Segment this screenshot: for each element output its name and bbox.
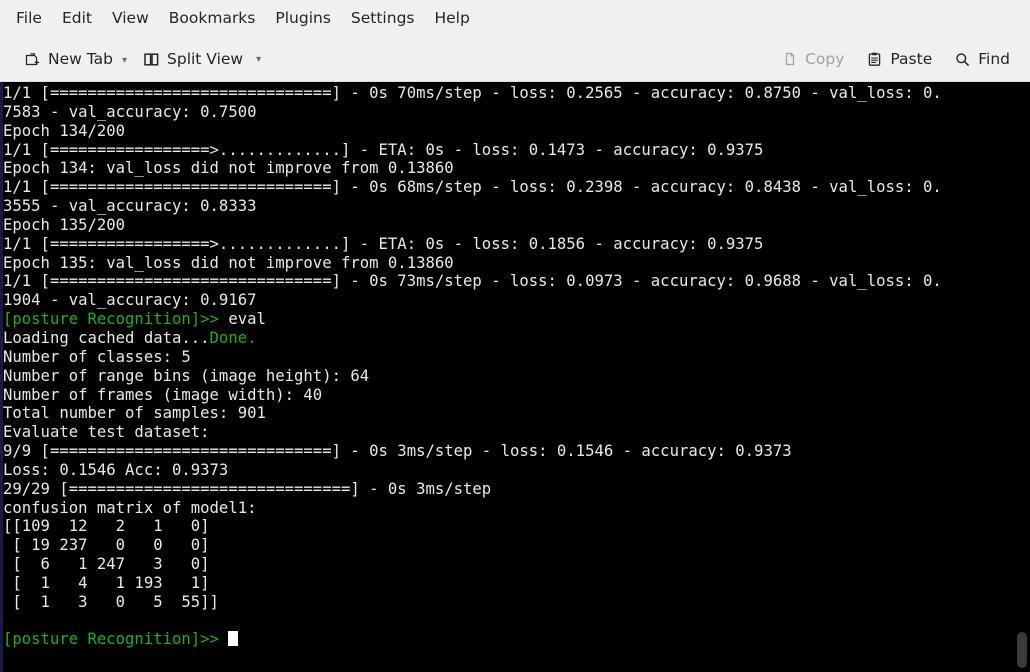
terminal-line: Total number of samples: 901 [3,404,266,423]
terminal-line: Loss: 0.1546 Acc: 0.9373 [3,460,229,479]
terminal-line: Number of classes: 5 [3,347,191,366]
paste-button[interactable]: Paste [860,46,938,72]
split-view-label: Split View [167,50,244,68]
confusion-matrix-row: [ 1 4 1 193 1] [3,573,210,592]
new-tab-button[interactable]: New Tab ▾ [18,46,133,72]
terminal-command: eval [218,310,266,329]
split-view-icon [143,51,160,68]
terminal-line: 1/1 [==============================] - 0… [3,178,942,197]
terminal-line: 1904 - val_accuracy: 0.9167 [3,291,257,310]
new-tab-label: New Tab [48,50,113,68]
menu-edit[interactable]: Edit [52,7,102,31]
terminal-scrollbar[interactable] [1014,82,1030,672]
find-button[interactable]: Find [948,46,1016,72]
menu-bar: File Edit View Bookmarks Plugins Setting… [0,0,1030,37]
terminal-line: 1/1 [=================>.............] - … [3,234,764,253]
terminal-line: Number of frames (image width): 40 [3,385,323,404]
terminal-line: 29/29 [==============================] -… [3,479,492,498]
terminal-cursor [228,631,238,647]
menu-help[interactable]: Help [424,7,479,31]
menu-view[interactable]: View [102,7,159,31]
terminal-line: Epoch 134/200 [3,121,126,140]
paste-icon [866,51,883,68]
terminal-line: Epoch 135/200 [3,215,126,234]
terminal-output-area[interactable]: 1/1 [==============================] - 0… [0,82,1030,672]
new-tab-icon [24,51,41,68]
terminal-line: 9/9 [==============================] - 0… [3,442,792,461]
terminal-line: 1/1 [=================>.............] - … [3,140,764,159]
terminal-line: confusion matrix of model1: [3,498,257,517]
split-view-chevron-down-icon[interactable]: ▾ [256,54,261,65]
terminal-status-done: Done. [209,328,257,347]
split-view-button[interactable]: Split View ▾ [137,46,267,72]
confusion-matrix-row: [[109 12 2 1 0] [3,517,210,536]
confusion-matrix-row: [ 1 3 0 5 55]] [3,592,219,611]
menu-plugins[interactable]: Plugins [265,7,341,31]
confusion-matrix-row: [ 6 1 247 3 0] [3,555,210,574]
terminal-line: Loading cached data... [3,328,210,347]
menu-settings[interactable]: Settings [341,7,425,31]
menu-bookmarks[interactable]: Bookmarks [159,7,266,31]
find-label: Find [978,50,1010,68]
confusion-matrix-row: [ 19 237 0 0 0] [3,536,210,555]
terminal-line: Epoch 135: val_loss did not improve from… [3,253,454,272]
terminal-line: 3555 - val_accuracy: 0.8333 [3,197,257,216]
paste-label: Paste [890,50,933,68]
copy-label: Copy [805,50,845,68]
terminal-line: Epoch 134: val_loss did not improve from… [3,159,454,178]
copy-icon [781,51,798,68]
terminal-line: Number of range bins (image height): 64 [3,366,370,385]
toolbar: New Tab ▾ Split View ▾ Copy Paste Find [0,37,1030,82]
terminal-prompt: [posture Recognition]>> [3,310,219,329]
terminal-line: 7583 - val_accuracy: 0.7500 [3,102,257,121]
menu-file[interactable]: File [6,7,52,31]
terminal-line: 1/1 [==============================] - 0… [3,84,942,102]
terminal-line: 1/1 [==============================] - 0… [3,272,942,291]
terminal-line: Evaluate test dataset: [3,423,210,442]
terminal-scrollbar-thumb[interactable] [1017,632,1027,668]
new-tab-chevron-down-icon[interactable]: ▾ [122,55,127,68]
terminal-text: 1/1 [==============================] - 0… [3,84,942,649]
search-icon [954,51,971,68]
terminal-prompt-active: [posture Recognition]>> [3,630,219,649]
copy-button[interactable]: Copy [775,46,850,72]
